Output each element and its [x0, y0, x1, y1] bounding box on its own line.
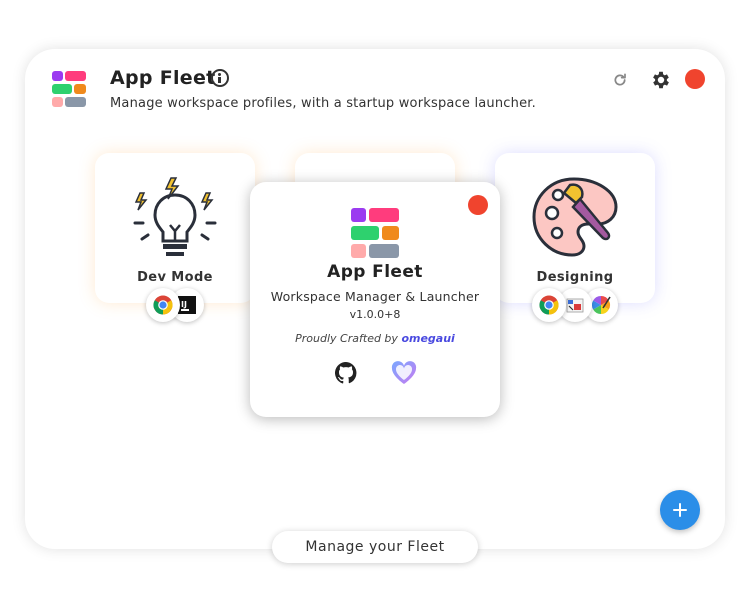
app-bubble — [532, 288, 566, 322]
app-window: App Fleet Manage workspace profiles, wit… — [25, 49, 725, 549]
fleet-apps-designing — [532, 288, 618, 322]
github-icon[interactable] — [335, 362, 357, 384]
credit-prefix: Proudly Crafted by — [295, 332, 398, 345]
about-description: Workspace Manager & Launcher — [270, 289, 480, 304]
fleet-apps-dev-mode: IJ — [146, 288, 206, 322]
close-window-button[interactable] — [685, 69, 705, 89]
about-dialog: App Fleet Workspace Manager & Launcher v… — [250, 182, 500, 417]
about-version: v1.0.0+8 — [349, 308, 401, 321]
palette-icon — [532, 177, 618, 257]
refresh-icon[interactable] — [612, 72, 628, 88]
about-title: App Fleet — [327, 262, 423, 282]
chrome-icon — [539, 295, 559, 315]
fleet-label: Dev Mode — [137, 270, 213, 285]
fleet-card-designing[interactable]: Designing — [495, 153, 655, 303]
chrome-icon — [153, 295, 173, 315]
intellij-icon: IJ — [178, 296, 196, 314]
close-about-button[interactable] — [468, 195, 488, 215]
credit-author-link[interactable]: omegaui — [401, 332, 454, 345]
gear-icon[interactable] — [650, 69, 672, 91]
fleet-card-dev-mode[interactable]: Dev Mode — [95, 153, 255, 303]
app-subtitle: Manage workspace profiles, with a startu… — [110, 96, 536, 111]
about-credit: Proudly Crafted by omegaui — [250, 332, 500, 345]
fleet-label: Designing — [536, 270, 614, 285]
lightbulb-icon — [133, 177, 217, 256]
info-icon[interactable] — [211, 69, 229, 87]
color-wheel-icon — [591, 296, 611, 314]
heart-icon[interactable] — [390, 359, 418, 387]
paint-icon — [566, 298, 584, 313]
app-bubble — [146, 288, 180, 322]
manage-fleet-button[interactable]: Manage your Fleet — [272, 531, 478, 563]
app-logo-icon — [351, 208, 399, 258]
add-fleet-button[interactable] — [660, 490, 700, 530]
app-logo-icon — [52, 71, 86, 107]
svg-text:IJ: IJ — [181, 300, 187, 309]
app-title: App Fleet — [110, 67, 216, 89]
